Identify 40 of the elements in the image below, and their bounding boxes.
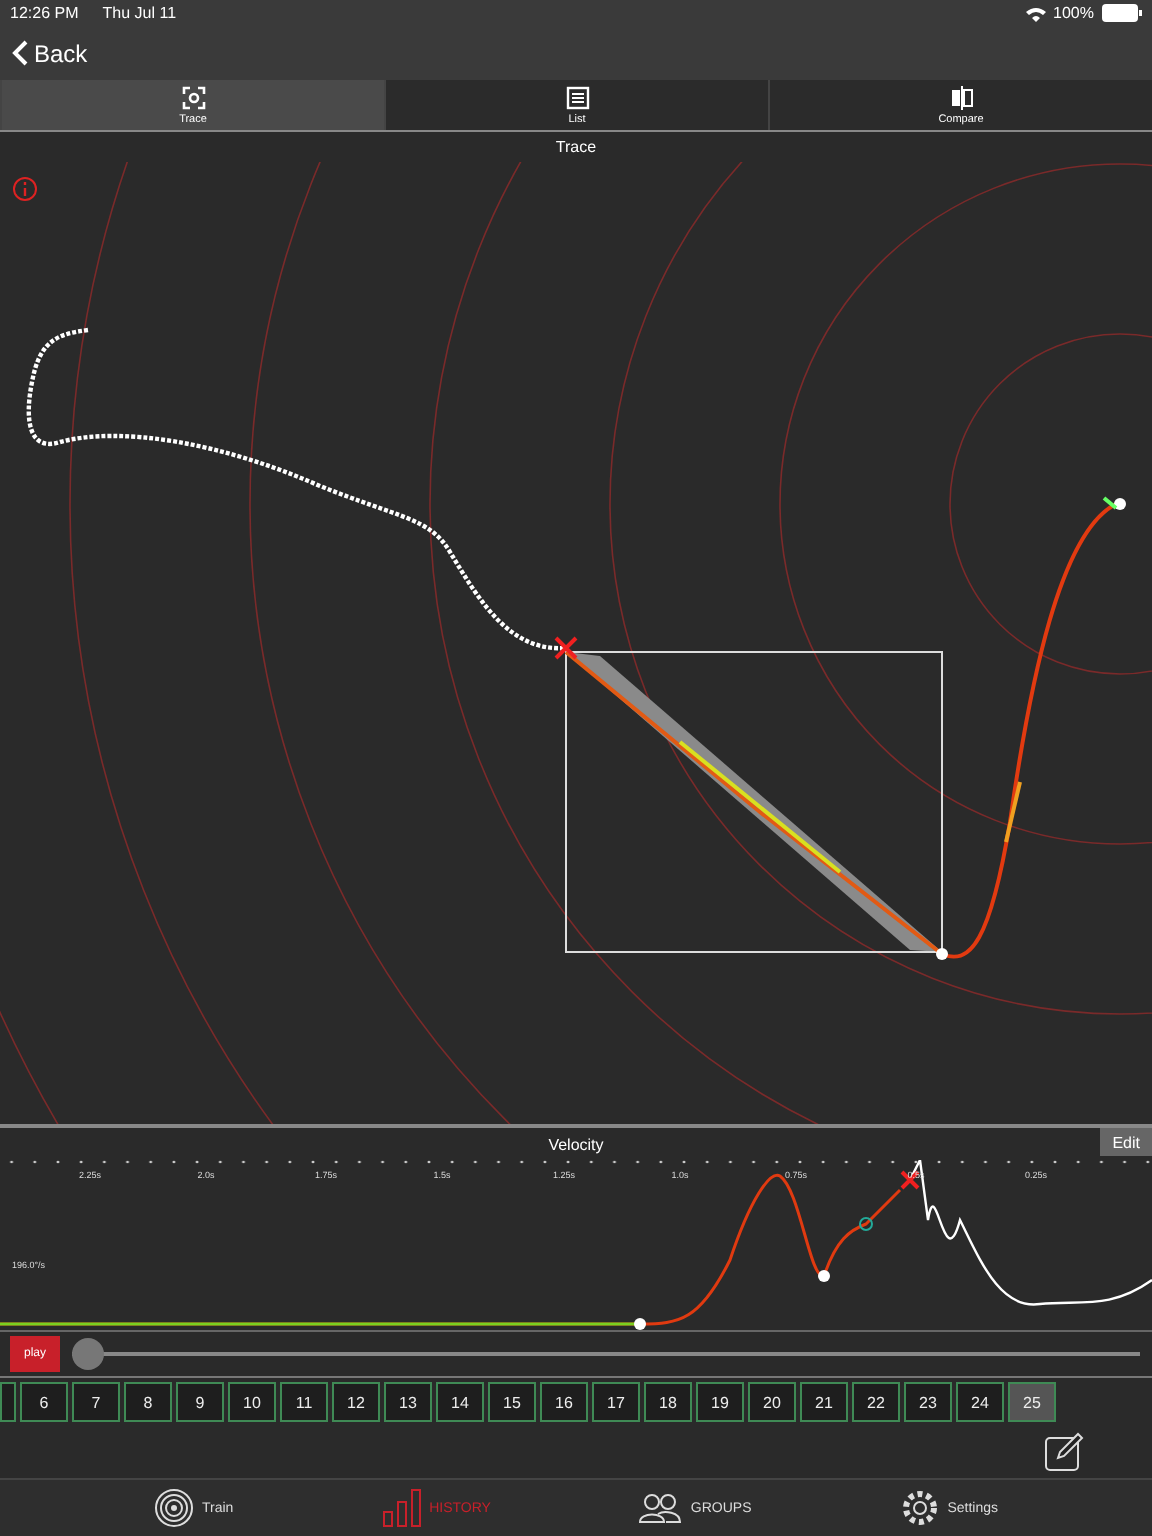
battery-icon (1102, 4, 1142, 22)
shot-tile[interactable]: 10 (228, 1382, 276, 1422)
playback-slider[interactable] (72, 1338, 1140, 1370)
velocity-title: Velocity (548, 1135, 604, 1153)
shot-tile[interactable]: 9 (176, 1382, 224, 1422)
shot-tile[interactable]: 21 (800, 1382, 848, 1422)
back-button[interactable]: Back (12, 39, 88, 67)
shot-tile[interactable]: 11 (280, 1382, 328, 1422)
shot-tile[interactable] (0, 1382, 16, 1422)
shot-tile[interactable]: 24 (956, 1382, 1004, 1422)
target-icon (153, 1488, 194, 1528)
shot-tile[interactable]: 15 (488, 1382, 536, 1422)
shot-tile[interactable]: 18 (644, 1382, 692, 1422)
shot-tile[interactable]: 22 (852, 1382, 900, 1422)
shot-tile[interactable]: 12 (332, 1382, 380, 1422)
bar-chart-icon (381, 1488, 422, 1528)
shot-tile[interactable]: 20 (748, 1382, 796, 1422)
compare-icon (949, 85, 973, 109)
list-icon (565, 85, 589, 109)
shot-tile[interactable]: 16 (540, 1382, 588, 1422)
status-date: Thu Jul 11 (102, 4, 177, 22)
shot-tile[interactable]: 6 (20, 1382, 68, 1422)
battery-level: 100% (1053, 4, 1094, 22)
edit-note-button[interactable] (1044, 1432, 1084, 1472)
wifi-icon (1025, 5, 1046, 21)
settings-icon (899, 1488, 940, 1528)
status-time: 12:26 PM (10, 4, 79, 22)
shot-tile[interactable]: 7 (72, 1382, 120, 1422)
edit-button[interactable]: Edit (1100, 1128, 1152, 1156)
shot-tile[interactable]: 19 (696, 1382, 744, 1422)
shot-tile[interactable]: 17 (592, 1382, 640, 1422)
shot-tile[interactable]: 13 (384, 1382, 432, 1422)
focus-icon (181, 85, 205, 109)
shot-tile[interactable]: 14 (436, 1382, 484, 1422)
chevron-left-icon (12, 40, 28, 66)
info-icon[interactable] (12, 176, 38, 202)
people-icon (638, 1492, 683, 1524)
shot-tile[interactable]: 8 (124, 1382, 172, 1422)
shot-tile[interactable]: 25 (1008, 1382, 1056, 1422)
shot-tile[interactable]: 23 (904, 1382, 952, 1422)
